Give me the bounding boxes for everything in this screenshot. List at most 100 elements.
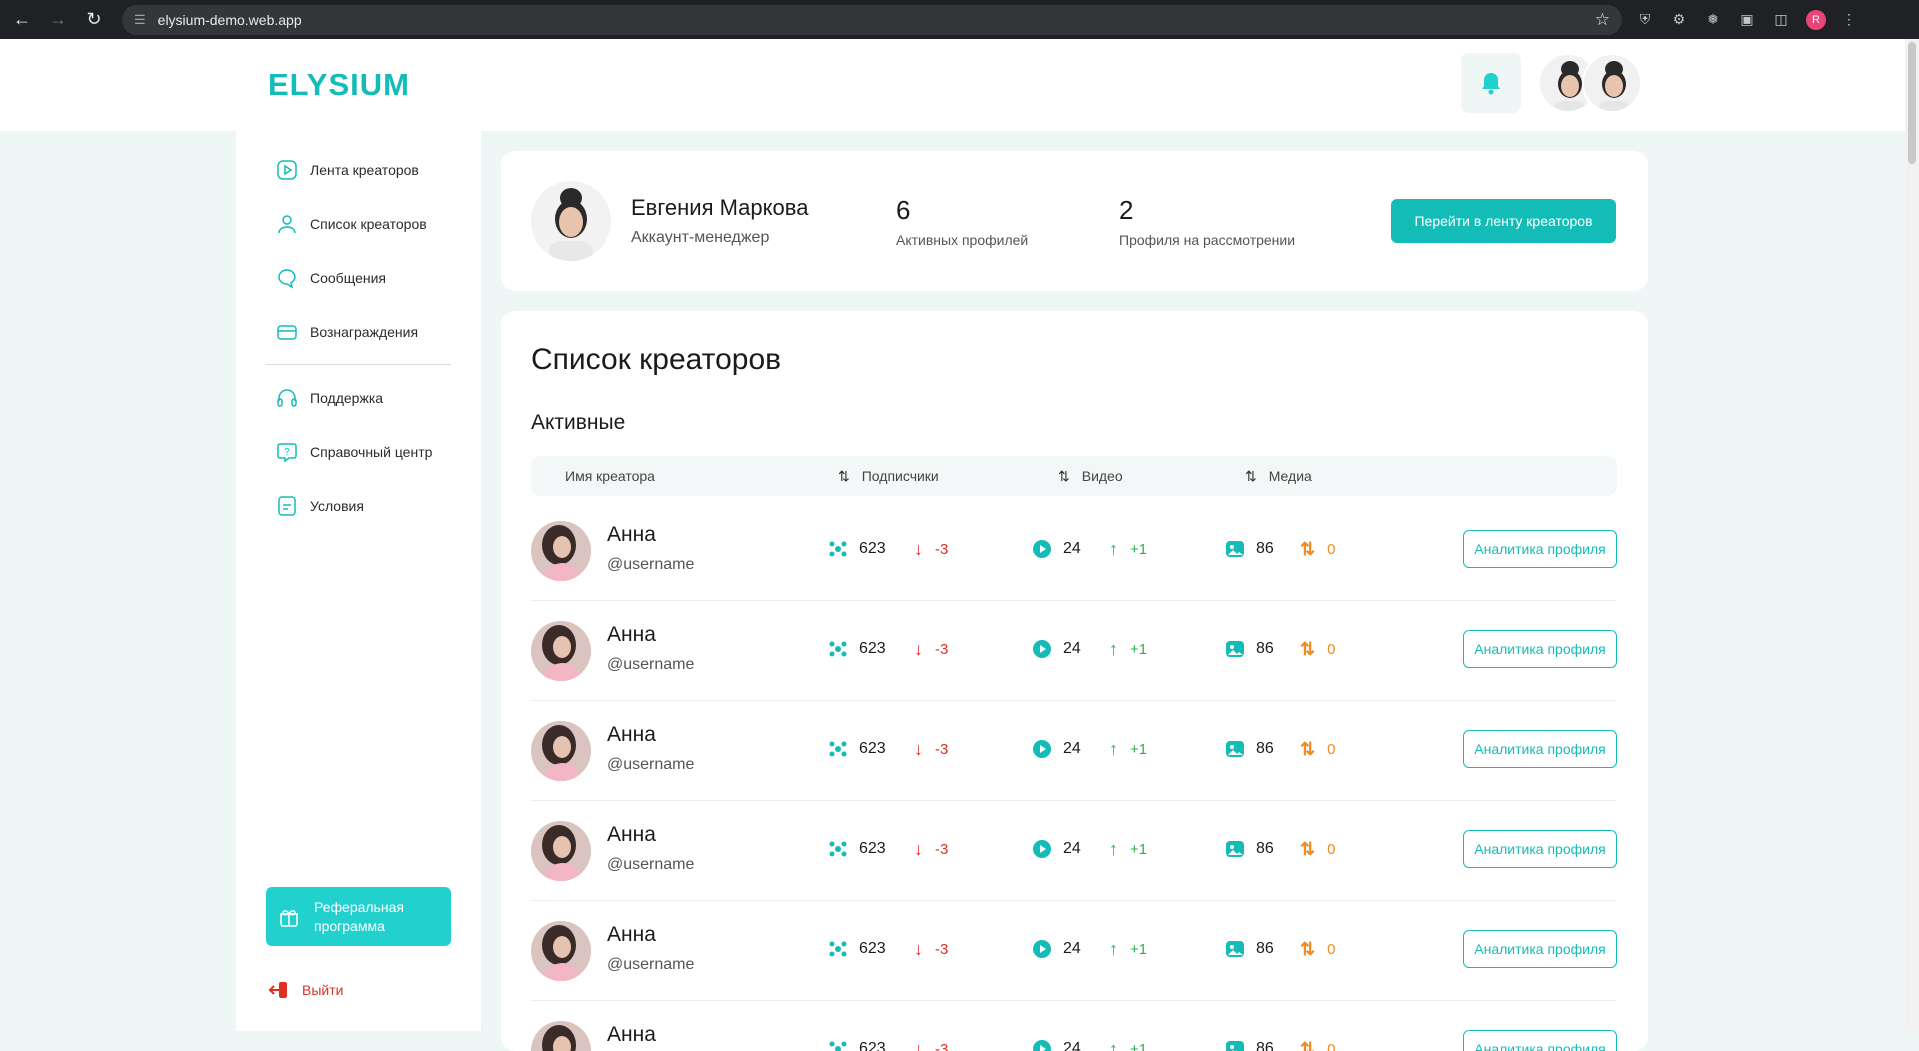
column-header-video[interactable]: ⇅Видео bbox=[1058, 456, 1123, 496]
avatar[interactable] bbox=[1582, 53, 1642, 113]
profile-analytics-button[interactable]: Аналитика профиля bbox=[1463, 830, 1617, 868]
subscribers-delta: ↓ -3 bbox=[914, 537, 948, 561]
column-header-media[interactable]: ⇅Медиа bbox=[1245, 456, 1312, 496]
logout-button[interactable]: Выйти bbox=[268, 975, 343, 1005]
arrow-down-icon: ↓ bbox=[914, 1039, 923, 1051]
puzzle-extension-icon[interactable]: ⚙ bbox=[1668, 9, 1690, 31]
profile-analytics-button[interactable]: Аналитика профиля bbox=[1463, 530, 1617, 568]
column-header-subscribers[interactable]: ⇅Подписчики bbox=[838, 456, 939, 496]
column-header-label: Видео bbox=[1082, 468, 1123, 484]
subscribers-icon bbox=[827, 638, 849, 660]
video-delta-value: +1 bbox=[1130, 641, 1147, 658]
side-panel-icon[interactable]: ◫ bbox=[1770, 9, 1792, 31]
sidebar-item-help-center[interactable]: ? Справочный центр bbox=[276, 437, 432, 467]
referral-label-line2: программа bbox=[314, 918, 385, 934]
creator-avatar bbox=[531, 921, 591, 981]
video-metric: 24 bbox=[1031, 637, 1081, 661]
column-header-name: Имя креатора bbox=[565, 456, 655, 496]
sidebar-item-creator-feed[interactable]: Лента креаторов bbox=[276, 155, 419, 185]
react-extension-icon[interactable]: ❅ bbox=[1702, 9, 1724, 31]
card-icon bbox=[276, 321, 298, 343]
page-scrollbar[interactable] bbox=[1905, 39, 1919, 1031]
video-value: 24 bbox=[1063, 740, 1081, 758]
table-row: Анна @username 623 ↓ -3 24 ↑ +1 86 ⇅ 0 А… bbox=[531, 701, 1617, 801]
video-value: 24 bbox=[1063, 840, 1081, 858]
browser-toolbar: ← → ↻ ☰ elysium-demo.web.app ☆ ⛨ ⚙ ❅ ▣ ◫… bbox=[0, 0, 1919, 39]
site-settings-icon[interactable]: ☰ bbox=[134, 12, 146, 28]
svg-text:?: ? bbox=[284, 447, 290, 458]
creator-username: @username bbox=[607, 956, 694, 974]
media-value: 86 bbox=[1256, 840, 1274, 858]
referral-program-button[interactable]: Реферальнаяпрограмма bbox=[266, 887, 451, 946]
subscribers-value: 623 bbox=[859, 640, 886, 658]
shield-extension-icon[interactable]: ⛨ bbox=[1634, 9, 1656, 31]
sort-icon: ⇅ bbox=[1245, 468, 1257, 485]
video-delta-value: +1 bbox=[1130, 841, 1147, 858]
profile-analytics-button[interactable]: Аналитика профиля bbox=[1463, 930, 1617, 968]
video-value: 24 bbox=[1063, 940, 1081, 958]
arrow-up-icon: ↑ bbox=[1109, 939, 1118, 960]
sidebar-item-messages[interactable]: Сообщения bbox=[276, 263, 386, 293]
logo[interactable]: ELYSIUM bbox=[268, 67, 410, 103]
logout-icon bbox=[268, 979, 290, 1001]
sidebar-divider bbox=[266, 364, 451, 365]
creator-username: @username bbox=[607, 656, 694, 674]
address-bar[interactable]: ☰ elysium-demo.web.app ☆ bbox=[122, 5, 1622, 35]
subscribers-delta-value: -3 bbox=[935, 941, 948, 958]
subscribers-icon bbox=[827, 738, 849, 760]
page-scrollbar-thumb[interactable] bbox=[1908, 42, 1916, 164]
back-arrow-icon[interactable]: ← bbox=[8, 6, 36, 34]
media-delta-value: 0 bbox=[1327, 841, 1335, 858]
media-metric: 86 bbox=[1224, 537, 1274, 561]
table-header: Имя креатора ⇅Подписчики ⇅Видео ⇅Медиа bbox=[531, 456, 1617, 496]
profile-analytics-button[interactable]: Аналитика профиля bbox=[1463, 730, 1617, 768]
subscribers-delta-value: -3 bbox=[935, 541, 948, 558]
creator-name: Анна bbox=[607, 1023, 656, 1047]
subscribers-metric: 623 bbox=[827, 837, 886, 861]
review-profiles-label: Профиля на рассмотрении bbox=[1119, 232, 1295, 248]
manager-role: Аккаунт-менеджер bbox=[631, 229, 769, 247]
reload-icon[interactable]: ↻ bbox=[80, 6, 108, 34]
video-metric: 24 bbox=[1031, 1037, 1081, 1051]
subscribers-value: 623 bbox=[859, 1040, 886, 1051]
menu-dots-icon[interactable]: ⋮ bbox=[1838, 9, 1860, 31]
video-value: 24 bbox=[1063, 1040, 1081, 1051]
subscribers-icon bbox=[827, 1038, 849, 1051]
sidebar-item-rewards[interactable]: Вознаграждения bbox=[276, 317, 418, 347]
media-delta: ⇅ 0 bbox=[1300, 537, 1335, 561]
app-header: ELYSIUM bbox=[0, 39, 1905, 131]
video-metric: 24 bbox=[1031, 737, 1081, 761]
sidebar-item-label: Сообщения bbox=[310, 270, 386, 286]
video-delta: ↑ +1 bbox=[1109, 937, 1147, 961]
go-to-feed-button[interactable]: Перейти в ленту креаторов bbox=[1391, 199, 1616, 243]
creator-avatar bbox=[531, 821, 591, 881]
browser-profile-avatar[interactable]: R bbox=[1806, 10, 1826, 30]
bookmark-star-icon[interactable]: ☆ bbox=[1595, 10, 1610, 30]
sidebar-item-label: Условия bbox=[310, 498, 364, 514]
image-icon bbox=[1224, 838, 1246, 860]
subscribers-icon bbox=[827, 538, 849, 560]
video-delta: ↑ +1 bbox=[1109, 737, 1147, 761]
subscribers-metric: 623 bbox=[827, 537, 886, 561]
arrow-up-icon: ↑ bbox=[1109, 539, 1118, 560]
active-profiles-label: Активных профилей bbox=[896, 232, 1028, 248]
subscribers-delta-value: -3 bbox=[935, 1041, 948, 1051]
sidebar-item-terms[interactable]: Условия bbox=[276, 491, 364, 521]
sidebar-item-creator-list[interactable]: Список креаторов bbox=[276, 209, 427, 239]
creator-username: @username bbox=[607, 556, 694, 574]
notifications-button[interactable] bbox=[1461, 53, 1521, 113]
sidebar-item-support[interactable]: Поддержка bbox=[276, 383, 383, 413]
arrows-updown-icon: ⇅ bbox=[1300, 939, 1315, 960]
profile-analytics-button[interactable]: Аналитика профиля bbox=[1463, 1030, 1617, 1051]
headset-icon bbox=[276, 387, 298, 409]
media-value: 86 bbox=[1256, 940, 1274, 958]
extensions-icon[interactable]: ▣ bbox=[1736, 9, 1758, 31]
account-avatars[interactable] bbox=[1538, 53, 1648, 113]
subscribers-delta: ↓ -3 bbox=[914, 937, 948, 961]
profile-analytics-button[interactable]: Аналитика профиля bbox=[1463, 630, 1617, 668]
creator-name: Анна bbox=[607, 723, 656, 747]
subscribers-value: 623 bbox=[859, 740, 886, 758]
sidebar-item-label: Справочный центр bbox=[310, 444, 432, 460]
forward-arrow-icon[interactable]: → bbox=[44, 6, 72, 34]
video-play-icon bbox=[1031, 838, 1053, 860]
